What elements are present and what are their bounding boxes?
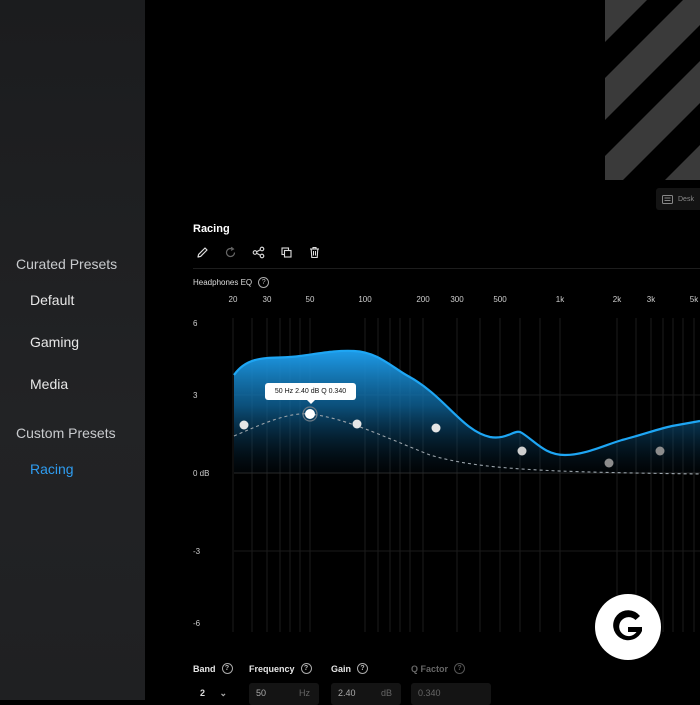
- frequency-input[interactable]: 50 Hz: [249, 683, 319, 705]
- gain-tick-6: 6: [193, 319, 198, 328]
- band-label-group: Band ?: [193, 663, 233, 674]
- band-point-5[interactable]: [517, 446, 527, 456]
- device-button-label: Desk: [678, 195, 694, 203]
- band-point-1[interactable]: [239, 420, 249, 430]
- preset-sidebar: Curated Presets Default Gaming Media Cus…: [0, 0, 145, 700]
- pencil-icon: [196, 246, 208, 258]
- frequency-help-icon[interactable]: ?: [300, 663, 312, 674]
- q-factor-value: 0.340: [418, 688, 441, 698]
- gain-unit: dB: [380, 688, 392, 698]
- gain-tick-0: 0 dB: [193, 469, 209, 478]
- keyboard-icon: [662, 194, 673, 204]
- preset-item-gaming[interactable]: Gaming: [30, 334, 79, 350]
- device-button[interactable]: Desk: [656, 188, 700, 210]
- g-logo-icon: [613, 610, 642, 641]
- trash-icon: [309, 246, 319, 258]
- reset-button[interactable]: [221, 243, 239, 261]
- logitech-g-logo: [595, 594, 661, 660]
- share-button[interactable]: [249, 243, 267, 261]
- eq-label-text: Headphones EQ: [193, 278, 253, 287]
- freq-tick-300: 300: [450, 295, 464, 304]
- band-point-6[interactable]: [604, 458, 614, 468]
- freq-tick-30: 30: [263, 295, 272, 304]
- band-point-2[interactable]: [305, 409, 315, 419]
- decorative-stripes: [605, 0, 700, 180]
- band-point-4[interactable]: [431, 423, 441, 433]
- band-help-icon[interactable]: ?: [221, 663, 233, 674]
- preset-title: Racing: [193, 223, 230, 235]
- band-point-7[interactable]: [655, 446, 665, 456]
- reset-icon: [225, 246, 235, 257]
- share-icon: [252, 246, 264, 258]
- band-2-curve: [233, 413, 700, 475]
- freq-tick-100: 100: [358, 295, 372, 304]
- q-help-icon[interactable]: ?: [454, 663, 466, 674]
- gain-tick-minus6: -6: [193, 619, 201, 628]
- q-label-group: Q Factor ?: [411, 663, 466, 674]
- preset-item-racing[interactable]: Racing: [30, 461, 74, 477]
- freq-tick-1k: 1k: [556, 295, 565, 304]
- gain-label-group: Gain ?: [331, 663, 369, 674]
- freq-tick-2k: 2k: [613, 295, 622, 304]
- gain-label: Gain: [331, 663, 352, 674]
- toolbar-divider: [193, 268, 700, 269]
- frequency-label: Frequency: [249, 663, 295, 674]
- band-select[interactable]: 2 ⌄: [193, 683, 237, 705]
- help-icon[interactable]: ?: [258, 277, 270, 288]
- freq-tick-200: 200: [416, 295, 430, 304]
- gain-tick-minus3: -3: [193, 547, 201, 556]
- preset-item-default[interactable]: Default: [30, 292, 74, 308]
- q-factor-input[interactable]: 0.340: [411, 683, 491, 705]
- band-point-3[interactable]: [352, 419, 362, 429]
- freq-tick-500: 500: [493, 295, 507, 304]
- gain-value: 2.40: [338, 688, 356, 698]
- delete-button[interactable]: [305, 243, 323, 261]
- frequency-unit: Hz: [299, 688, 310, 698]
- duplicate-button[interactable]: [277, 243, 295, 261]
- frequency-value: 50: [256, 688, 267, 698]
- frequency-label-group: Frequency ?: [249, 663, 312, 674]
- gain-tick-3: 3: [193, 391, 198, 400]
- band-label: Band: [193, 663, 216, 674]
- duplicate-icon: [280, 246, 292, 258]
- freq-tick-5k: 5k: [690, 295, 699, 304]
- q-factor-label: Q Factor: [411, 663, 449, 674]
- band-select-value: 2: [200, 688, 206, 698]
- eq-label: Headphones EQ ?: [193, 277, 270, 288]
- freq-tick-3k: 3k: [647, 295, 656, 304]
- freq-tick-20: 20: [229, 295, 238, 304]
- eq-grid: [232, 318, 700, 632]
- eq-response-curve: [233, 349, 700, 457]
- preset-toolbar: [193, 243, 323, 261]
- freq-tick-50: 50: [306, 295, 315, 304]
- curated-presets-header: Curated Presets: [16, 256, 118, 272]
- custom-presets-header: Custom Presets: [16, 425, 116, 441]
- band-tooltip: 50 Hz 2.40 dB Q 0.340: [265, 383, 356, 404]
- gain-input[interactable]: 2.40 dB: [331, 683, 401, 705]
- gain-help-icon[interactable]: ?: [357, 663, 369, 674]
- preset-item-media[interactable]: Media: [30, 376, 68, 392]
- chevron-down-icon: ⌄: [219, 688, 228, 698]
- edit-button[interactable]: [193, 243, 211, 261]
